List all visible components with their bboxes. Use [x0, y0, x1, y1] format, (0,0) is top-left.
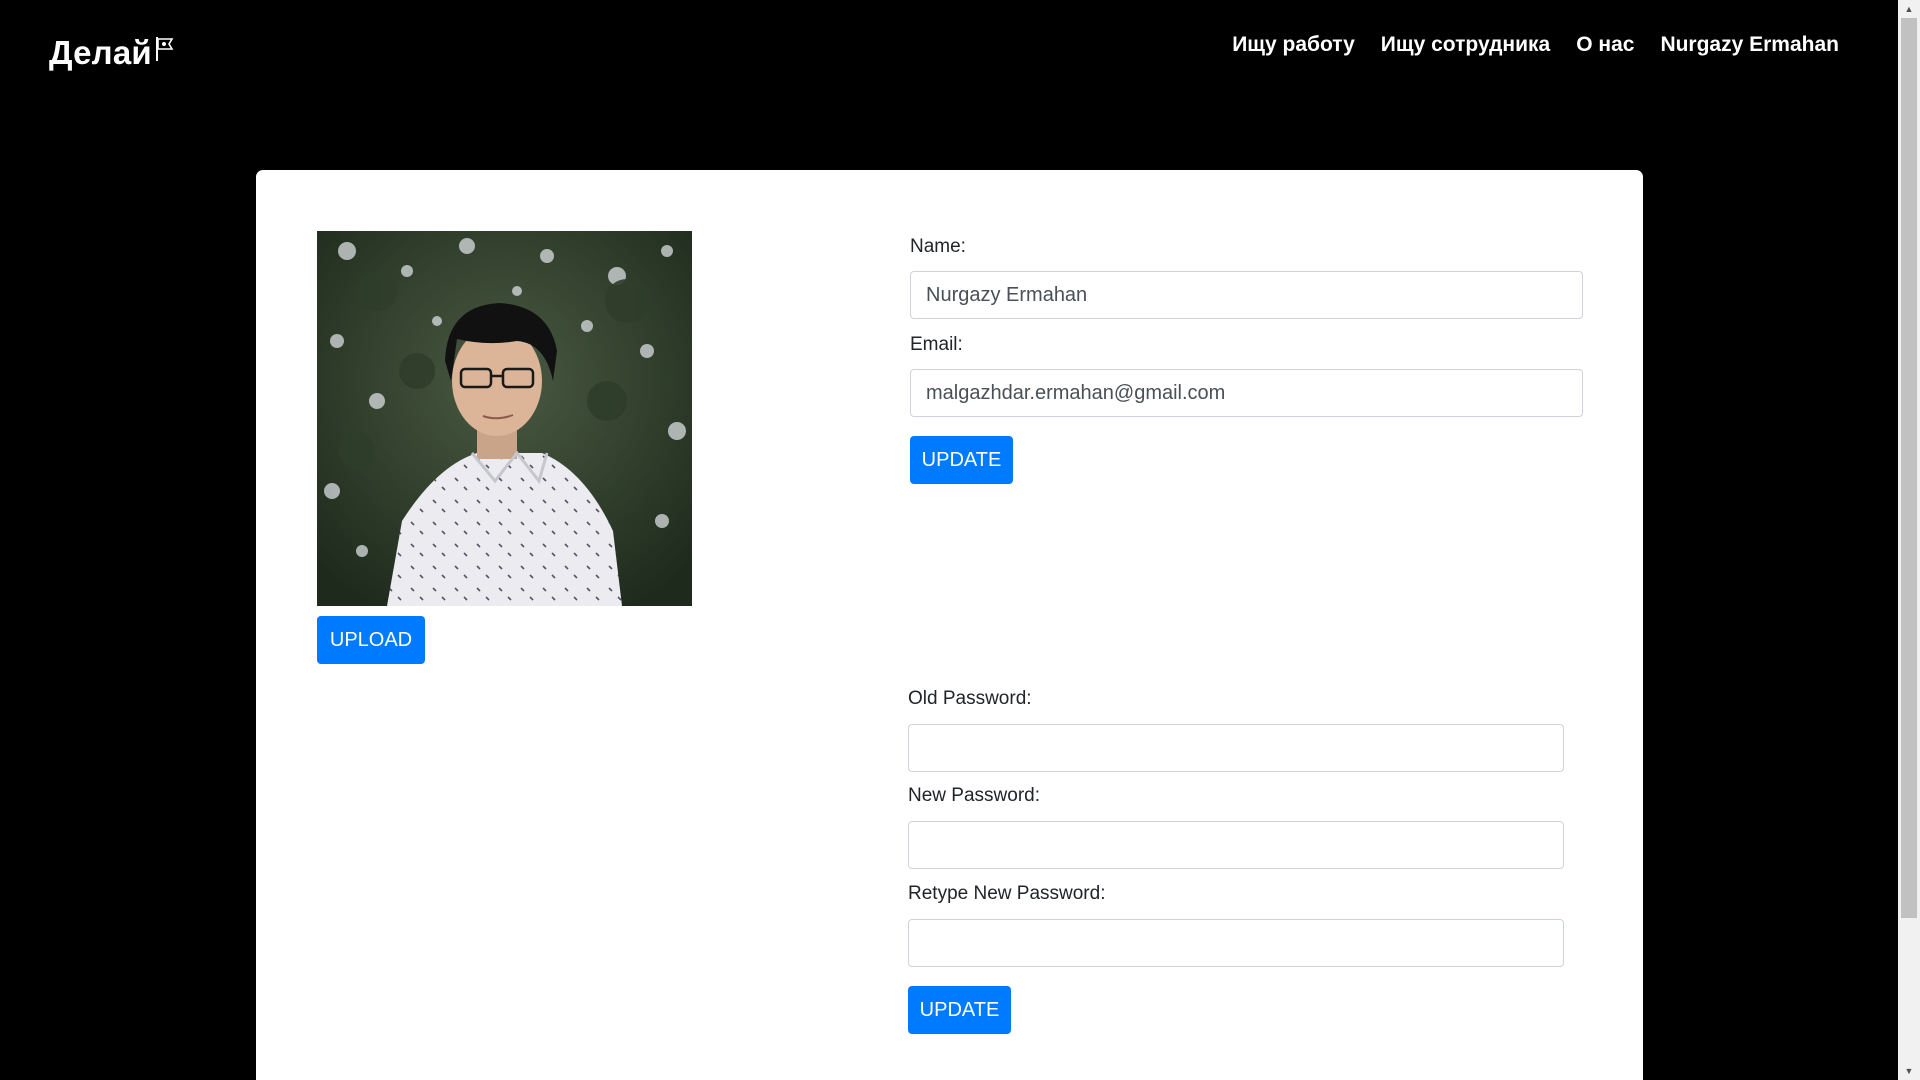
update-profile-button[interactable]: UPDATE: [910, 436, 1013, 484]
name-field[interactable]: [910, 271, 1583, 319]
email-label: Email:: [910, 334, 963, 355]
old-password-field[interactable]: [908, 724, 1564, 772]
brand-logo[interactable]: Делай: [49, 34, 174, 72]
update-password-button[interactable]: UPDATE: [908, 986, 1011, 1034]
old-password-label: Old Password:: [908, 688, 1032, 709]
avatar: [317, 231, 692, 606]
nav-about[interactable]: О нас: [1576, 33, 1634, 57]
nav-user-profile[interactable]: Nurgazy Ermahan: [1660, 33, 1839, 57]
brand-title: Делай: [49, 34, 152, 71]
retype-password-label: Retype New Password:: [908, 883, 1106, 904]
flag-icon: [155, 37, 174, 61]
scrollbar-thumb[interactable]: [1901, 18, 1917, 918]
scroll-up-arrow-icon[interactable]: ▲: [1898, 0, 1920, 18]
main-nav: Ищу работу Ищу сотрудника О нас Nurgazy …: [1232, 33, 1839, 57]
name-label: Name:: [910, 236, 966, 257]
upload-button[interactable]: UPLOAD: [317, 616, 425, 664]
nav-find-employee[interactable]: Ищу сотрудника: [1381, 33, 1550, 57]
retype-password-field[interactable]: [908, 919, 1564, 967]
email-field[interactable]: [910, 369, 1583, 417]
page: Делай Ищу работу Ищу сотрудника О нас Nu…: [0, 0, 1920, 1080]
scroll-down-arrow-icon[interactable]: ▼: [1898, 1062, 1920, 1080]
new-password-label: New Password:: [908, 785, 1040, 806]
profile-card: UPLOAD Name: Email: UPDATE Old Password:…: [256, 170, 1643, 1080]
vertical-scrollbar[interactable]: ▲ ▼: [1898, 0, 1920, 1080]
nav-find-job[interactable]: Ищу работу: [1232, 33, 1355, 57]
new-password-field[interactable]: [908, 821, 1564, 869]
